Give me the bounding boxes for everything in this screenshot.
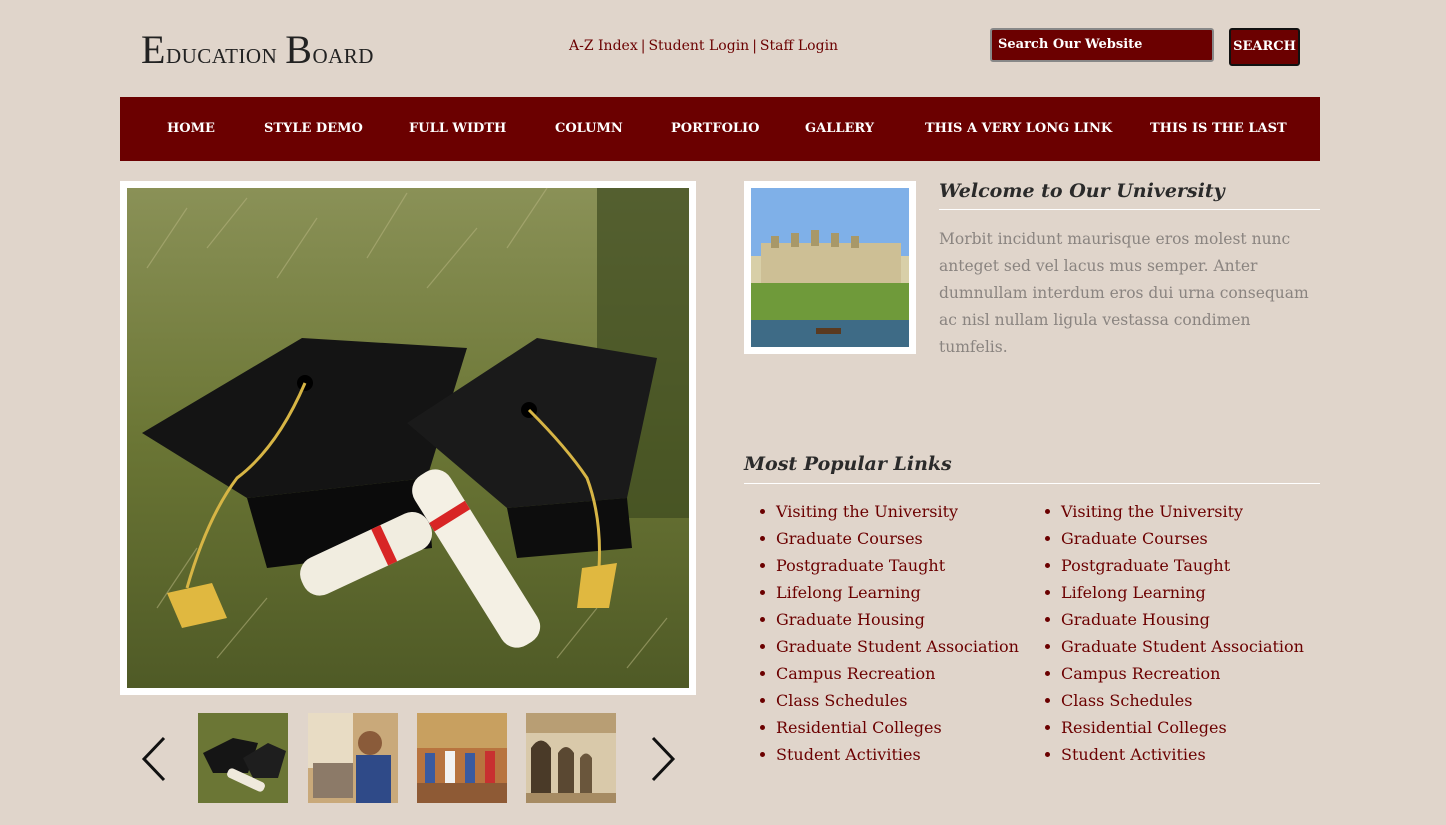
welcome-text: Morbit incidunt maurisque eros molest nu… bbox=[939, 230, 1309, 356]
list-item[interactable]: Graduate Student Association bbox=[1029, 633, 1304, 660]
search-input[interactable]: Search Our Website bbox=[990, 28, 1214, 62]
list-item[interactable]: Student Activities bbox=[1029, 741, 1304, 768]
site-title[interactable]: Education Board bbox=[141, 26, 374, 73]
university-photo bbox=[744, 181, 916, 354]
nav-item-portfolio[interactable]: PORTFOLIO bbox=[671, 97, 759, 161]
site-title-initial-1: E bbox=[141, 27, 166, 72]
list-item[interactable]: Graduate Courses bbox=[744, 525, 1019, 552]
site-title-initial-2: B bbox=[285, 27, 313, 72]
nav-item-full-width[interactable]: FULL WIDTH bbox=[409, 97, 506, 161]
list-item[interactable]: Graduate Student Association bbox=[744, 633, 1019, 660]
list-item[interactable]: Graduate Housing bbox=[1029, 606, 1304, 633]
list-item[interactable]: Class Schedules bbox=[1029, 687, 1304, 714]
graduation-caps-photo bbox=[127, 188, 689, 688]
list-item[interactable]: Graduate Courses bbox=[1029, 525, 1304, 552]
list-item[interactable]: Lifelong Learning bbox=[744, 579, 1019, 606]
list-item[interactable]: Postgraduate Taught bbox=[744, 552, 1019, 579]
list-item[interactable]: Student Activities bbox=[744, 741, 1019, 768]
chevron-left-icon[interactable] bbox=[140, 735, 170, 783]
main-nav: HOME STYLE DEMO FULL WIDTH COLUMN PORTFO… bbox=[120, 97, 1320, 161]
nav-item-home[interactable]: HOME bbox=[167, 97, 215, 161]
nav-item-gallery[interactable]: GALLERY bbox=[805, 97, 874, 161]
staff-login-link[interactable]: Staff Login bbox=[760, 38, 838, 54]
thumbnail-student-computer[interactable] bbox=[308, 713, 398, 803]
list-item[interactable]: Graduate Housing bbox=[744, 606, 1019, 633]
list-item[interactable]: Class Schedules bbox=[744, 687, 1019, 714]
list-item[interactable]: Lifelong Learning bbox=[1029, 579, 1304, 606]
top-links: A-Z Index | Student Login | Staff Login bbox=[569, 38, 838, 54]
popular-links-title: Most Popular Links bbox=[744, 453, 1320, 484]
chevron-right-icon[interactable] bbox=[647, 735, 677, 783]
thumbnail-sports[interactable] bbox=[417, 713, 507, 803]
search-button[interactable]: SEARCH bbox=[1229, 28, 1300, 66]
nav-item-style-demo[interactable]: STYLE DEMO bbox=[264, 97, 363, 161]
list-item[interactable]: Visiting the University bbox=[744, 498, 1019, 525]
list-item[interactable]: Campus Recreation bbox=[744, 660, 1019, 687]
nav-item-column[interactable]: COLUMN bbox=[555, 97, 623, 161]
site-title-part-2: oard bbox=[312, 37, 374, 70]
list-item[interactable]: Postgraduate Taught bbox=[1029, 552, 1304, 579]
thumbnail-arches[interactable] bbox=[526, 713, 616, 803]
list-item[interactable]: Campus Recreation bbox=[1029, 660, 1304, 687]
student-login-link[interactable]: Student Login bbox=[648, 38, 749, 54]
list-item[interactable]: Visiting the University bbox=[1029, 498, 1304, 525]
list-item[interactable]: Residential Colleges bbox=[1029, 714, 1304, 741]
popular-links-list-2: Visiting the University Graduate Courses… bbox=[1029, 498, 1304, 768]
popular-links-list-1: Visiting the University Graduate Courses… bbox=[744, 498, 1019, 768]
welcome-title: Welcome to Our University bbox=[939, 180, 1320, 210]
site-title-part-1: ducation bbox=[165, 37, 286, 70]
thumbnail-graduation[interactable] bbox=[198, 713, 288, 803]
nav-item-last[interactable]: THIS IS THE LAST bbox=[1150, 97, 1287, 161]
top-links-separator: | bbox=[752, 38, 757, 54]
hero-slideshow[interactable] bbox=[120, 181, 696, 695]
list-item[interactable]: Residential Colleges bbox=[744, 714, 1019, 741]
top-links-separator: | bbox=[640, 38, 646, 54]
nav-item-long-link[interactable]: THIS A VERY LONG LINK bbox=[925, 97, 1112, 161]
az-index-link[interactable]: A-Z Index bbox=[569, 38, 638, 54]
